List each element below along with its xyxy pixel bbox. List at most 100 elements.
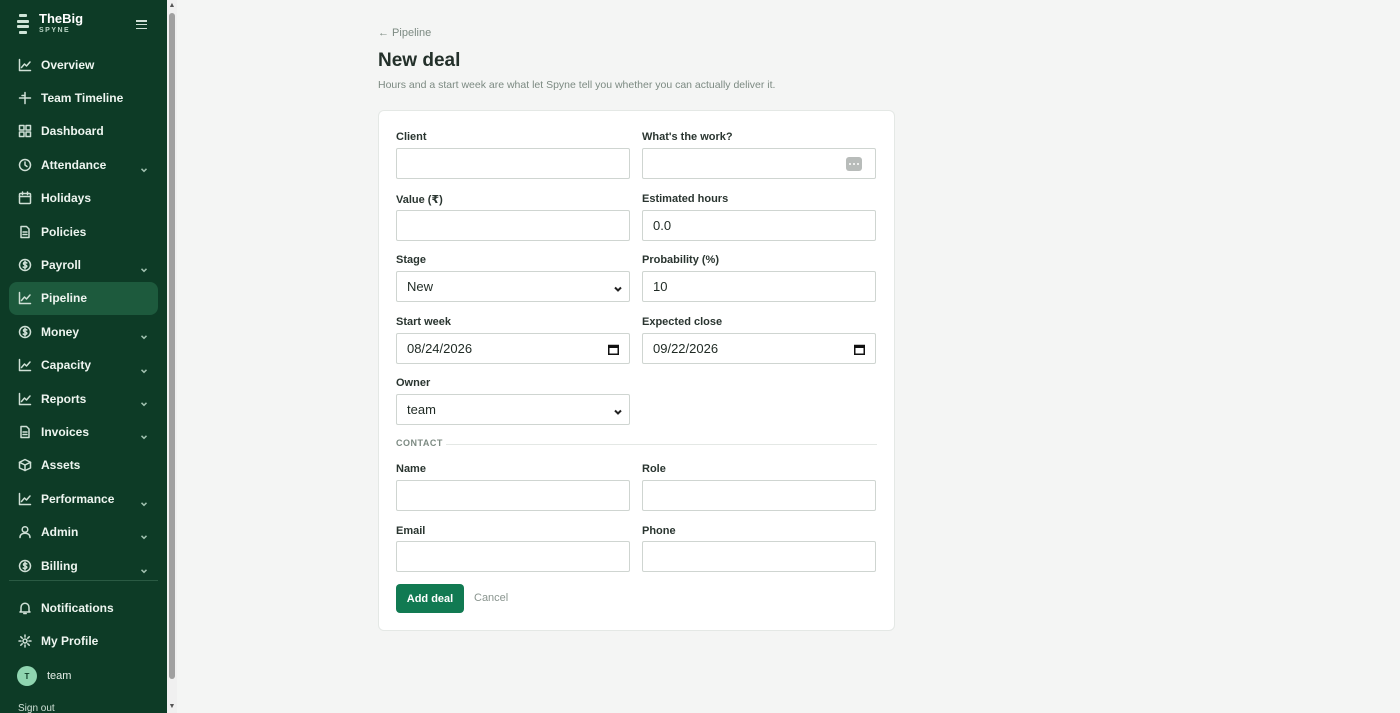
trend-chart-icon: [17, 57, 32, 72]
sidebar-item-label: Team Timeline: [41, 91, 124, 106]
sidebar-item-label: Assets: [41, 458, 81, 473]
sidebar-item-money[interactable]: Money: [9, 315, 158, 348]
contact-name-input[interactable]: [396, 480, 630, 511]
chevron-down-icon[interactable]: [140, 528, 148, 540]
expected-close-value: 09/22/2026: [653, 341, 719, 356]
grid-icon: [17, 124, 32, 139]
add-deal-button[interactable]: Add deal: [396, 584, 464, 613]
brand-name: TheBig: [39, 11, 84, 26]
sidebar-scrollbar[interactable]: ▲ ▼: [167, 0, 177, 713]
currency-icon: [17, 558, 32, 573]
contact-email-input[interactable]: [396, 541, 630, 572]
owner-label: Owner: [396, 377, 431, 389]
page-title: New deal: [378, 50, 461, 71]
trend-chart-icon: [17, 358, 32, 373]
scroll-thumb[interactable]: [169, 13, 175, 679]
contact-phone-label: Phone: [642, 525, 676, 537]
sidebar: TheBig SPYNE Overview Team Timeline Dashbo…: [0, 0, 167, 713]
cancel-button[interactable]: Cancel: [474, 592, 508, 604]
scroll-down-arrow-icon[interactable]: ▼: [168, 703, 176, 711]
sidebar-item-invoices[interactable]: Invoices: [9, 415, 158, 448]
chevron-down-icon: [613, 405, 623, 415]
chevron-down-icon[interactable]: [140, 428, 148, 440]
chevron-down-icon[interactable]: [140, 362, 148, 373]
currency-icon: [17, 324, 32, 339]
sidebar-item-notifications[interactable]: Notifications: [9, 591, 158, 624]
sidebar-item-team-timeline[interactable]: Team Timeline: [9, 81, 158, 114]
user-name: team: [47, 670, 72, 682]
contact-role-input[interactable]: [642, 480, 876, 511]
sidebar-item-label: Money: [41, 324, 80, 339]
contact-phone-input[interactable]: [642, 541, 876, 572]
brand-subtitle: SPYNE: [39, 27, 71, 34]
bell-icon: [17, 600, 32, 615]
stage-select-value: New: [407, 279, 434, 294]
brand[interactable]: TheBig SPYNE: [16, 12, 83, 36]
chevron-down-icon[interactable]: [140, 495, 148, 507]
start-week-label: Start week: [396, 316, 452, 328]
page-subtitle: Hours and a start week are what let Spyn…: [378, 79, 776, 91]
sidebar-item-performance[interactable]: Performance: [9, 482, 158, 515]
user-profile[interactable]: T team: [17, 666, 71, 686]
sidebar-item-billing[interactable]: Billing: [9, 549, 158, 582]
sidebar-item-attendance[interactable]: Attendance: [9, 148, 158, 181]
hours-input[interactable]: 0.0: [642, 210, 876, 241]
trend-chart-icon: [17, 491, 32, 506]
currency-icon: [17, 258, 32, 273]
sidebar-item-policies[interactable]: Policies: [9, 215, 158, 248]
client-input[interactable]: [396, 148, 630, 179]
sidebar-item-admin[interactable]: Admin: [9, 515, 158, 548]
sidebar-item-label: Notifications: [41, 600, 114, 615]
value-input[interactable]: [396, 210, 630, 241]
sidebar-item-pipeline[interactable]: Pipeline: [9, 281, 158, 316]
user-icon: [17, 525, 32, 540]
owner-select[interactable]: team: [396, 394, 630, 425]
sidebar-divider: [9, 580, 158, 581]
contact-section-label: CONTACT: [396, 438, 443, 448]
box-icon: [17, 458, 32, 473]
hours-label: Estimated hours: [642, 193, 729, 205]
owner-select-value: team: [407, 402, 436, 417]
expected-close-input[interactable]: 09/22/2026: [642, 333, 876, 364]
chevron-down-icon: [613, 282, 623, 292]
trend-chart-icon: [17, 291, 32, 306]
stage-select[interactable]: New: [396, 271, 630, 302]
calendar-picker-icon[interactable]: [608, 343, 619, 355]
sidebar-item-label: Overview: [41, 57, 95, 72]
more-options-icon[interactable]: [846, 157, 862, 171]
timeline-icon: [17, 91, 32, 106]
chevron-down-icon[interactable]: [140, 261, 148, 273]
chevron-down-icon[interactable]: [140, 328, 148, 340]
chevron-down-icon[interactable]: [140, 562, 148, 574]
sidebar-item-label: Dashboard: [41, 124, 104, 139]
menu-toggle-icon[interactable]: [136, 20, 147, 29]
brand-logo-icon: [16, 14, 30, 34]
sidebar-item-my-profile[interactable]: My Profile: [9, 624, 158, 657]
sidebar-item-payroll[interactable]: Payroll: [9, 248, 158, 281]
calendar-icon: [17, 191, 32, 206]
gear-icon: [17, 634, 32, 649]
calendar-picker-icon[interactable]: [854, 343, 865, 355]
sidebar-item-label: Payroll: [41, 258, 82, 273]
start-week-input[interactable]: 08/24/2026: [396, 333, 630, 364]
document-icon: [17, 424, 32, 439]
chevron-down-icon[interactable]: [140, 395, 148, 407]
sidebar-item-dashboard[interactable]: Dashboard: [9, 115, 158, 148]
scroll-up-arrow-icon[interactable]: ▲: [168, 2, 176, 10]
contact-role-label: Role: [642, 463, 666, 475]
sidebar-item-capacity[interactable]: Capacity: [9, 349, 158, 382]
sidebar-item-label: Performance: [41, 491, 115, 506]
sidebar-item-overview[interactable]: Overview: [9, 48, 158, 81]
chevron-down-icon[interactable]: [140, 161, 148, 173]
sidebar-item-label: My Profile: [41, 634, 99, 649]
sidebar-nav: Overview Team Timeline Dashboard Attendance…: [9, 48, 158, 582]
breadcrumb[interactable]: ← Pipeline: [378, 27, 431, 39]
sidebar-item-label: Invoices: [41, 424, 90, 439]
contact-name-label: Name: [396, 463, 426, 475]
sign-out-link[interactable]: Sign out: [18, 703, 55, 713]
work-input[interactable]: [642, 148, 876, 179]
sidebar-item-assets[interactable]: Assets: [9, 449, 158, 482]
sidebar-item-reports[interactable]: Reports: [9, 382, 158, 415]
probability-input[interactable]: 10: [642, 271, 876, 302]
sidebar-item-holidays[interactable]: Holidays: [9, 182, 158, 215]
